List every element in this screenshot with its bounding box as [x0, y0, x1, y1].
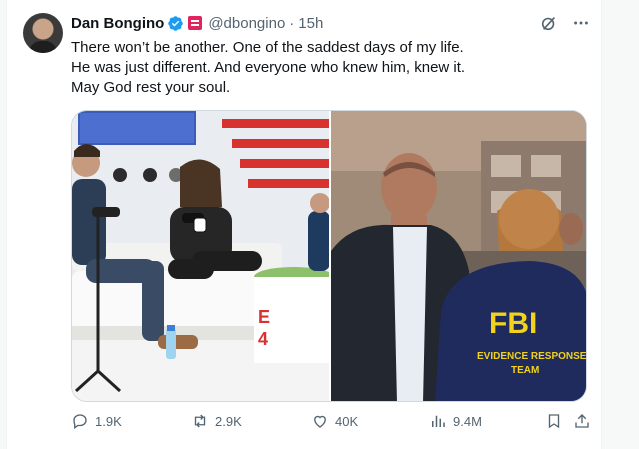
affiliation-badge-icon[interactable] [188, 16, 203, 30]
separator-dot: · [289, 14, 295, 32]
page-background [602, 0, 639, 449]
vest-line-2: TEAM [511, 365, 539, 376]
more-icon[interactable] [571, 13, 591, 33]
media-photo-left[interactable]: E 4 [72, 111, 329, 401]
like-count: 40K [335, 413, 359, 429]
like-button[interactable]: 40K [311, 412, 358, 430]
verified-badge-icon[interactable] [167, 15, 184, 32]
author-handle[interactable]: @dbongino [208, 15, 285, 32]
svg-text:4: 4 [258, 329, 268, 349]
tweet-top-actions [539, 13, 591, 33]
views-icon [432, 415, 445, 427]
tweet-header: Dan Bongino @dbongino · 15h [71, 13, 323, 33]
views-count: 9.4M [453, 413, 482, 429]
tweet-text: There won’t be another. One of the sadde… [71, 38, 591, 98]
reply-icon [73, 414, 87, 430]
tweet-text-line: There won’t be another. One of the sadde… [71, 39, 464, 56]
reply-count: 1.9K [95, 413, 122, 429]
tweet-card[interactable]: Dan Bongino @dbongino · 15h There won’t … [6, 0, 602, 449]
repost-button[interactable]: 2.9K [191, 412, 242, 430]
tweet-media: E 4 FBI EVIDENCE RESPONSE TEAM [71, 110, 587, 402]
bookmark-button[interactable] [545, 412, 563, 430]
bookmark-icon [548, 414, 560, 429]
vest-line-1: EVIDENCE RESPONSE [477, 351, 586, 362]
share-icon [575, 414, 589, 428]
like-icon [314, 415, 326, 428]
views-button[interactable]: 9.4M [429, 412, 482, 430]
tweet-text-line: May God rest your soul. [71, 79, 231, 96]
repost-icon [194, 414, 206, 428]
share-button[interactable] [573, 412, 591, 430]
tweet-timestamp[interactable]: 15h [298, 15, 323, 32]
tweet-actions: 1.9K 2.9K 40K 9.4M [71, 412, 591, 436]
grok-icon[interactable] [539, 13, 559, 33]
reply-button[interactable]: 1.9K [71, 412, 122, 430]
fbi-vest-text: FBI [489, 307, 537, 340]
repost-count: 2.9K [215, 413, 242, 429]
author-name[interactable]: Dan Bongino [71, 15, 164, 32]
media-photo-right[interactable]: FBI EVIDENCE RESPONSE TEAM [329, 111, 586, 401]
tweet-text-line: He was just different. And everyone who … [71, 59, 466, 76]
svg-text:E: E [258, 307, 270, 327]
author-avatar[interactable] [23, 13, 63, 53]
